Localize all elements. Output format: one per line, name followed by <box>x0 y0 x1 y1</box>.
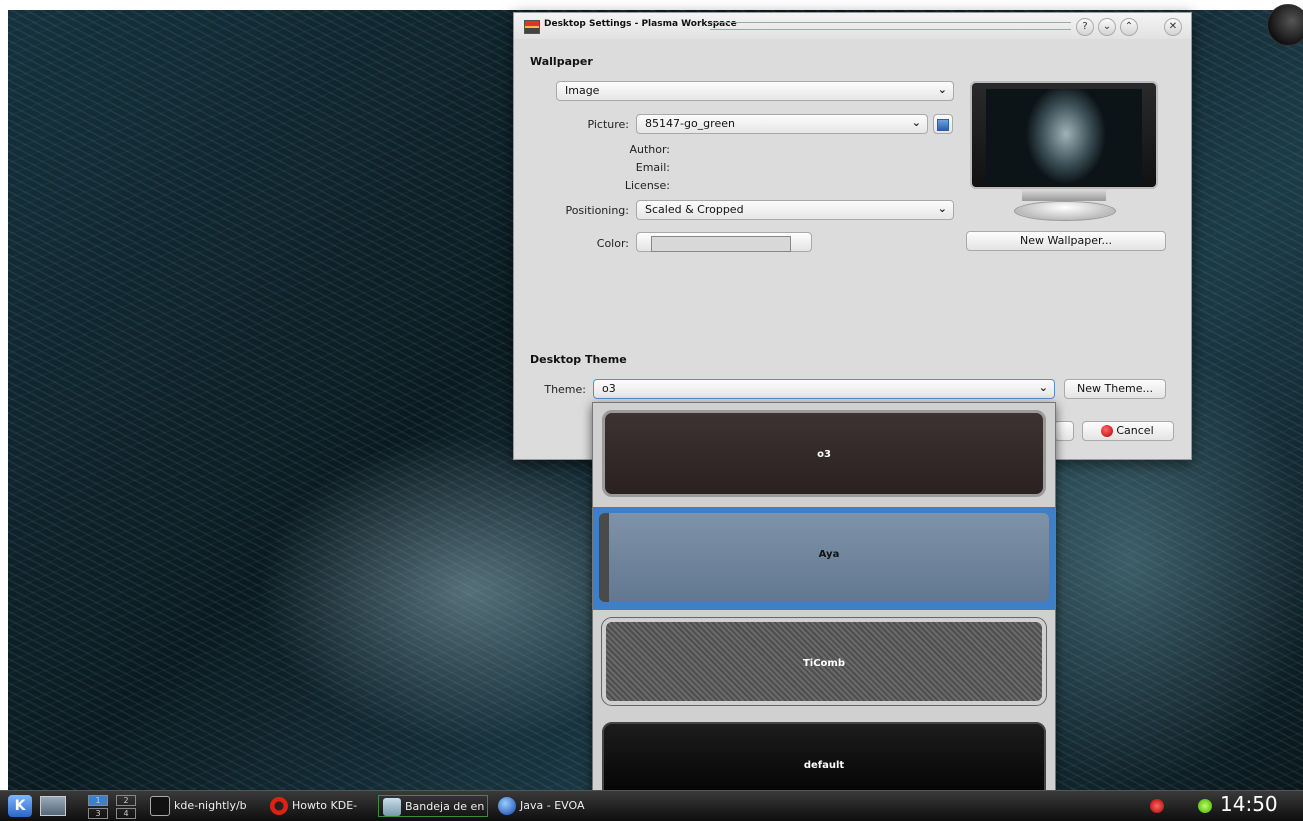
mail-icon <box>383 798 401 816</box>
task-terminal[interactable]: kde-nightly/b <box>150 795 260 817</box>
new-theme-button[interactable]: New Theme... <box>1064 379 1166 399</box>
desktop-theme-section-title: Desktop Theme <box>530 353 627 366</box>
clock[interactable]: 14:50 <box>1220 792 1278 816</box>
cancel-label: Cancel <box>1116 424 1154 437</box>
chevron-down-icon: ⌄ <box>937 83 947 96</box>
color-label: Color: <box>596 237 629 250</box>
picture-value: 85147-go_green <box>645 117 735 130</box>
maximize-button[interactable]: ⌃ <box>1120 18 1138 36</box>
task-evolution[interactable]: Bandeja de en <box>378 795 488 817</box>
wallpaper-preview <box>970 81 1158 226</box>
theme-preview-card: o3 <box>602 410 1046 497</box>
save-picture-button[interactable] <box>933 114 953 134</box>
pager-desktop-3[interactable]: 3 <box>88 808 108 819</box>
theme-dropdown-list: o3 Aya TiComb default <box>592 402 1056 814</box>
terminal-icon <box>150 796 170 816</box>
window-title: Desktop Settings - Plasma Workspace <box>544 19 737 29</box>
task-label: Howto KDE- <box>292 799 358 812</box>
task-opera[interactable]: Howto KDE- <box>270 795 370 817</box>
pager-desktop-1[interactable]: 1 <box>88 795 108 806</box>
picture-combo[interactable]: 85147-go_green ⌄ <box>636 114 928 134</box>
opera-icon <box>270 797 288 815</box>
kde-menu-icon[interactable]: K <box>8 795 32 817</box>
color-swatch <box>651 236 791 252</box>
titlebar-decoration <box>710 22 1071 30</box>
systray-network-icon[interactable] <box>1198 799 1212 813</box>
color-picker-button[interactable] <box>636 232 812 252</box>
task-label: Java - EVOA <box>520 799 585 812</box>
theme-option-label: Aya <box>818 549 840 560</box>
chevron-down-icon: ⌄ <box>1038 381 1048 394</box>
monitor-base <box>1014 201 1116 221</box>
theme-option-o3[interactable]: o3 <box>593 403 1055 506</box>
ok-button-partial[interactable] <box>1054 421 1074 441</box>
task-label: kde-nightly/b <box>174 799 247 812</box>
monitor-stand <box>1022 189 1106 201</box>
taskbar: K 1 2 3 4 kde-nightly/b Howto KDE- Bande… <box>0 790 1303 821</box>
pager-desktop-4[interactable]: 4 <box>116 808 136 819</box>
pager-desktop-2[interactable]: 2 <box>116 795 136 806</box>
theme-option-label: TiComb <box>802 658 846 669</box>
wallpaper-mode-combo[interactable]: Image ⌄ <box>556 81 954 101</box>
wallpaper-mode-value: Image <box>565 84 600 97</box>
theme-option-aya[interactable]: Aya <box>593 507 1055 610</box>
chevron-down-icon: ⌄ <box>937 202 947 215</box>
preview-image <box>986 89 1142 185</box>
theme-combo[interactable]: o3 ⌄ <box>593 379 1055 399</box>
license-label: License: <box>624 179 670 192</box>
positioning-value: Scaled & Cropped <box>645 203 744 216</box>
theme-preview-card: TiComb <box>602 618 1046 705</box>
positioning-label: Positioning: <box>565 204 629 217</box>
picture-label: Picture: <box>587 118 629 131</box>
monitor-frame <box>970 81 1158 189</box>
theme-option-label: default <box>803 760 845 771</box>
chevron-down-icon: ⌄ <box>911 116 921 129</box>
java-icon <box>498 797 516 815</box>
task-java[interactable]: Java - EVOA <box>498 795 592 817</box>
new-wallpaper-button[interactable]: New Wallpaper... <box>966 231 1166 251</box>
positioning-combo[interactable]: Scaled & Cropped ⌄ <box>636 200 954 220</box>
desktop-settings-dialog: Desktop Settings - Plasma Workspace ? ⌄ … <box>513 12 1192 460</box>
email-label: Email: <box>635 161 670 174</box>
theme-value: o3 <box>602 382 616 395</box>
show-desktop-icon[interactable] <box>40 796 66 816</box>
task-label: Bandeja de en <box>405 800 485 813</box>
app-icon <box>524 20 540 34</box>
theme-option-label: o3 <box>817 449 831 460</box>
plasma-toolbox-icon[interactable] <box>1267 4 1303 46</box>
cancel-button[interactable]: Cancel <box>1082 421 1174 441</box>
floppy-disk-icon <box>937 119 949 131</box>
theme-option-ticomb[interactable]: TiComb <box>593 611 1055 714</box>
help-button[interactable]: ? <box>1076 18 1094 36</box>
author-label: Author: <box>629 143 670 156</box>
theme-label: Theme: <box>544 383 586 396</box>
cancel-icon <box>1101 425 1113 437</box>
close-button[interactable]: ✕ <box>1164 18 1182 36</box>
minimize-button[interactable]: ⌄ <box>1098 18 1116 36</box>
theme-preview-card: Aya <box>599 513 1049 602</box>
wallpaper-section-title: Wallpaper <box>530 55 593 68</box>
systray-notification-icon[interactable] <box>1150 799 1164 813</box>
titlebar[interactable]: Desktop Settings - Plasma Workspace ? ⌄ … <box>514 13 1191 39</box>
